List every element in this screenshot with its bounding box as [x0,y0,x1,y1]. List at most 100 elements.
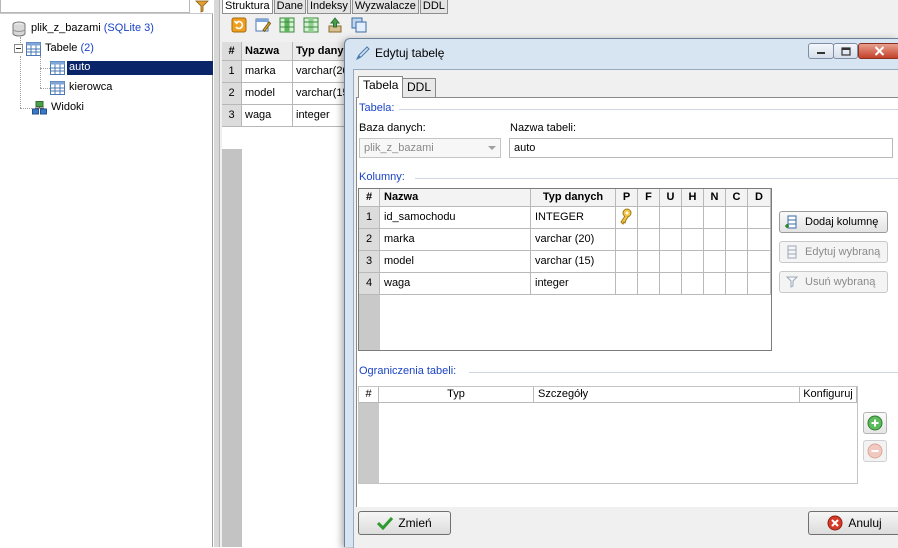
col-cell-name[interactable]: id_samochodu [380,207,531,229]
table-name-input[interactable] [509,138,893,158]
chevron-down-icon [488,146,496,150]
col-flag-p[interactable] [616,229,638,251]
copy-icon[interactable] [350,16,368,34]
edit-table-icon[interactable] [254,16,272,34]
filter-icon[interactable] [195,0,209,13]
col-header-num: # [359,189,380,207]
col-flag-f[interactable] [638,229,660,251]
col-flag-p[interactable] [616,273,638,295]
col-flag-c[interactable] [726,207,748,229]
edit-selected-button[interactable]: Edytuj wybraną [779,241,888,263]
col-flag-u[interactable] [660,251,682,273]
tree-node-views[interactable]: Widoki [32,99,84,116]
tab-ddl[interactable]: DDL [419,0,448,14]
col-flag-d[interactable] [748,251,771,273]
col-flag-f[interactable] [638,207,660,229]
database-tree-panel: plik_z_bazami (SQLite 3) Tabele (2) auto [0,0,213,547]
dialog-titlebar[interactable]: Edytuj tabelę [345,39,898,67]
col-flag-n[interactable] [704,251,726,273]
col-flag-u[interactable] [660,207,682,229]
edit-selected-label: Edytuj wybraną [805,246,881,258]
columns-grid: # Nazwa Typ danych P F U H N C D 1 id_sam… [358,188,772,351]
col-flag-n[interactable] [704,207,726,229]
export-icon[interactable] [326,16,344,34]
collapse-icon[interactable] [14,44,23,53]
col-header-name: Nazwa [380,189,531,207]
views-icon [32,100,47,114]
maximize-button[interactable] [833,43,858,59]
tables-label: Tabele [45,42,78,54]
col-flag-h[interactable] [682,229,704,251]
col-flag-f[interactable] [638,273,660,295]
remove-constraint-button[interactable] [863,440,887,462]
section-columns-label: Kolumny: [359,171,405,183]
dialog-client-area: Tabela DDL Tabela: Baza danych: plik_z_b… [353,69,898,548]
tree-node-table-auto[interactable]: auto [50,59,90,76]
grid-cell-name[interactable]: waga [242,105,293,127]
col-flag-h[interactable] [682,251,704,273]
grid-cell-name[interactable]: model [242,83,293,105]
cons-header-details: Szczegóły [534,387,800,403]
minimize-button[interactable] [808,43,834,59]
col-flag-h[interactable] [682,273,704,295]
tree-node-tables[interactable]: Tabele (2) [14,40,94,57]
col-flag-u[interactable] [660,229,682,251]
remove-column-icon [785,276,799,288]
tab-dialog-ddl[interactable]: DDL [402,78,437,97]
tree-filter-input[interactable] [0,0,190,13]
remove-selected-button[interactable]: Usuń wybraną [779,271,888,293]
add-column-button[interactable]: Dodaj kolumnę [779,211,888,233]
section-divider [469,372,898,373]
tab-wyzwalacze[interactable]: Wyzwalacze [351,0,419,14]
maximize-icon [840,46,851,56]
close-icon [874,46,884,56]
cons-header-num: # [359,387,379,403]
col-cell-name[interactable]: model [380,251,531,273]
tree-node-database[interactable]: plik_z_bazami (SQLite 3) [11,20,154,37]
grid-empty-rowheader [222,149,242,547]
add-column-icon[interactable] [278,16,296,34]
col-flag-h[interactable] [682,207,704,229]
panel-splitter[interactable] [214,0,220,547]
tab-struktura[interactable]: Struktura [222,0,273,14]
col-flag-d[interactable] [748,273,771,295]
col-flag-c[interactable] [726,251,748,273]
structure-grid: # Nazwa Typ danych 1 marka varchar(20) 2… [222,42,352,547]
tab-indeksy[interactable]: Indeksy [306,0,351,14]
grid-header-num: # [222,42,242,61]
col-header-type: Typ danych [531,189,616,207]
tree-node-table-kierowca[interactable]: kierowca [50,79,112,96]
table-icon [50,60,65,75]
col-flag-p[interactable] [616,207,638,229]
refresh-icon[interactable] [230,16,248,34]
add-constraint-button[interactable] [863,412,887,434]
col-flag-d[interactable] [748,229,771,251]
col-flag-u[interactable] [660,273,682,295]
apply-button[interactable]: Zmień [358,511,451,535]
apply-label: Zmień [398,516,432,530]
col-cell-type[interactable]: varchar (20) [531,229,616,251]
col-flag-f[interactable] [638,251,660,273]
col-cell-name[interactable]: waga [380,273,531,295]
add-column-label: Dodaj kolumnę [805,216,879,228]
col-flag-d[interactable] [748,207,771,229]
col-cell-type[interactable]: integer [531,273,616,295]
col-cell-name[interactable]: marka [380,229,531,251]
cancel-button[interactable]: Anuluj [808,511,898,535]
col-flag-n[interactable] [704,273,726,295]
edit-column-icon[interactable] [302,16,320,34]
constraints-grid: # Typ Szczegóły Konfiguruj [358,386,858,484]
col-flag-n[interactable] [704,229,726,251]
col-flag-c[interactable] [726,273,748,295]
tab-dane[interactable]: Dane [273,0,306,14]
tab-tabela[interactable]: Tabela [358,76,404,98]
database-select[interactable]: plik_z_bazami [359,138,501,158]
col-cell-num: 3 [359,251,380,273]
tree-filter-bar [0,0,213,14]
col-flag-c[interactable] [726,229,748,251]
grid-cell-name[interactable]: marka [242,61,293,83]
col-cell-type[interactable]: INTEGER [531,207,616,229]
col-cell-type[interactable]: varchar (15) [531,251,616,273]
close-button[interactable] [858,43,898,59]
col-flag-p[interactable] [616,251,638,273]
